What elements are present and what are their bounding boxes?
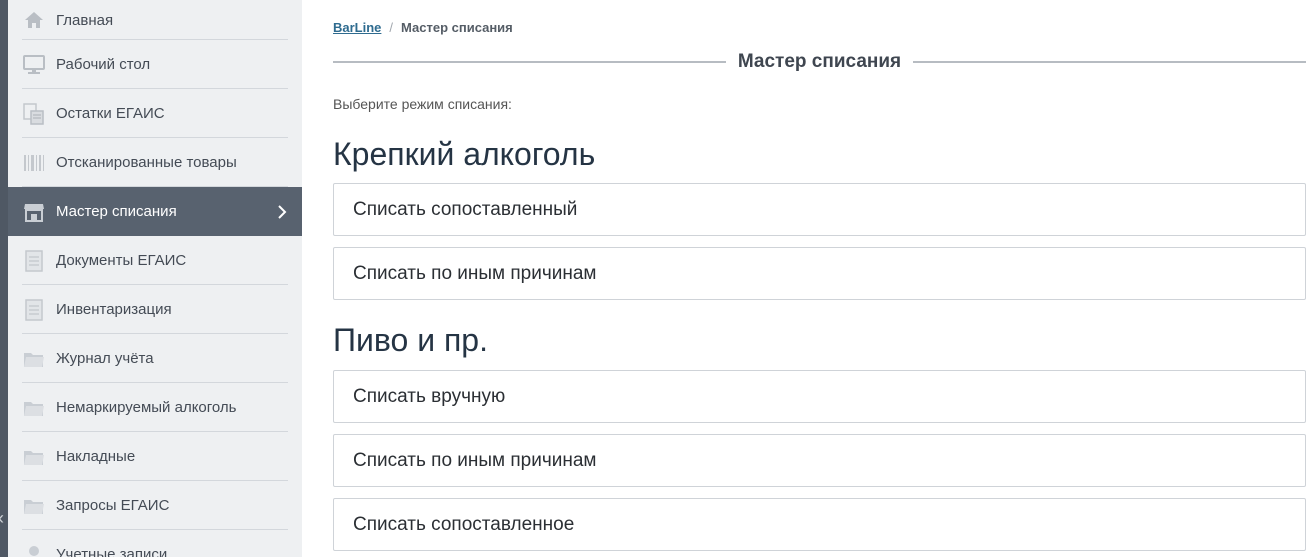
sidebar-item-label: Остатки ЕГАИС	[56, 105, 165, 122]
section-heading-beer: Пиво и пр.	[333, 322, 488, 358]
chevron-right-icon	[274, 204, 290, 220]
title-divider-left	[333, 61, 726, 63]
breadcrumb: BarLine / Мастер списания	[333, 20, 513, 35]
sidebar-item-label: Рабочий стол	[56, 56, 151, 73]
sidebar-item-label: Инвентаризация	[56, 301, 172, 318]
monitor-icon	[22, 53, 46, 77]
main-content: BarLine / Мастер списания Мастер списани…	[333, 0, 1306, 557]
document-icon	[22, 249, 46, 273]
user-icon	[22, 543, 46, 557]
writeoff-beer-other-reasons-button[interactable]: Списать по иным причинам	[333, 434, 1306, 487]
page-title-row: Мастер списания	[333, 50, 1306, 74]
sidebar-item-inventory[interactable]: Инвентаризация	[8, 285, 302, 334]
chevron-left-icon[interactable]: ‹	[0, 508, 4, 528]
sidebar-item-journal[interactable]: Журнал учёта	[8, 334, 302, 383]
page-title: Мастер списания	[737, 51, 902, 72]
collapsed-panel-strip[interactable]: ‹	[0, 0, 8, 557]
folder-icon	[22, 494, 46, 518]
sidebar-item-scanned-goods[interactable]: Отсканированные товары	[8, 138, 302, 187]
writeoff-beer-matched-button[interactable]: Списать сопоставленное	[333, 498, 1306, 551]
document-icon	[22, 298, 46, 322]
sidebar-item-label: Запросы ЕГАИС	[56, 497, 170, 514]
sidebar-item-accounts[interactable]: Учетные записи	[8, 530, 302, 557]
sidebar-item-label: Накладные	[56, 448, 136, 465]
folder-icon	[22, 445, 46, 469]
sidebar-item-label: Главная	[56, 11, 114, 29]
sidebar-item-label: Учетные записи	[56, 546, 168, 557]
breadcrumb-root-link[interactable]: BarLine	[333, 20, 381, 35]
folder-icon	[22, 396, 46, 420]
sidebar-item-egais-stock[interactable]: Остатки ЕГАИС	[8, 89, 302, 138]
sidebar-item-egais-documents[interactable]: Документы ЕГАИС	[8, 236, 302, 285]
writeoff-manual-button[interactable]: Списать вручную	[333, 370, 1306, 423]
stock-icon	[22, 102, 46, 126]
sidebar-item-home[interactable]: Главная	[8, 0, 302, 40]
section-heading-strong-alcohol: Крепкий алкоголь	[333, 136, 596, 172]
sidebar-item-desktop[interactable]: Рабочий стол	[8, 40, 302, 89]
sidebar-item-writeoff-wizard[interactable]: Мастер списания	[8, 187, 302, 236]
store-icon	[22, 200, 46, 224]
breadcrumb-current: Мастер списания	[401, 20, 513, 35]
page-subtitle: Выберите режим списания:	[333, 96, 512, 112]
barcode-icon	[22, 151, 46, 175]
sidebar-item-label: Немаркируемый алкоголь	[56, 399, 237, 416]
sidebar-item-label: Отсканированные товары	[56, 154, 237, 171]
sidebar-item-unmarked-alcohol[interactable]: Немаркируемый алкоголь	[8, 383, 302, 432]
sidebar-item-egais-requests[interactable]: Запросы ЕГАИС	[8, 481, 302, 530]
sidebar: Главная Рабочий стол Остатки ЕГАИС Отска…	[8, 0, 302, 557]
folder-icon	[22, 347, 46, 371]
writeoff-other-reasons-button[interactable]: Списать по иным причинам	[333, 247, 1306, 300]
writeoff-matched-button[interactable]: Списать сопоставленный	[333, 183, 1306, 236]
sidebar-item-label: Мастер списания	[56, 203, 177, 220]
title-divider-right	[913, 61, 1306, 63]
sidebar-item-invoices[interactable]: Накладные	[8, 432, 302, 481]
sidebar-item-label: Документы ЕГАИС	[56, 252, 187, 269]
sidebar-item-label: Журнал учёта	[56, 350, 154, 367]
home-icon	[22, 8, 46, 32]
breadcrumb-separator: /	[389, 20, 394, 35]
